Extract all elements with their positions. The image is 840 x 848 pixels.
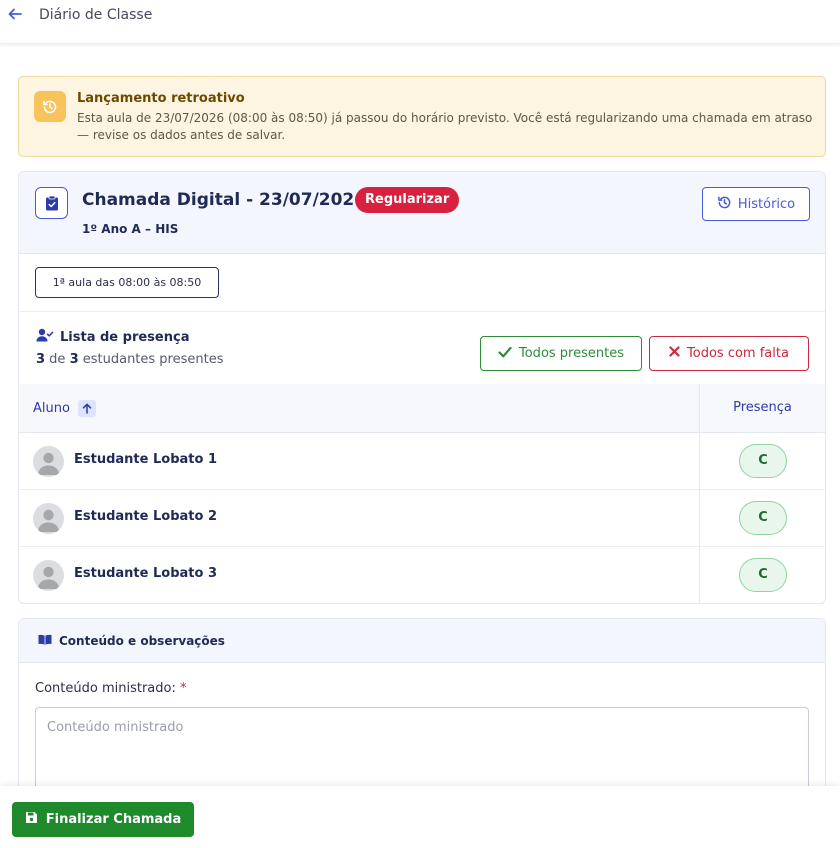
student-column-label: Aluno (33, 401, 70, 416)
content-card-header: Conteúdo e observações (19, 619, 825, 663)
present-count: 3 de 3 estudantes presentes (36, 352, 224, 367)
student-name: Estudante Lobato 2 (74, 509, 217, 524)
aula-chip[interactable]: 1ª aula das 08:00 às 08:50 (35, 267, 219, 298)
retroactive-alert: Lançamento retroativo Esta aula de 23/07… (18, 76, 826, 157)
student-name: Estudante Lobato 3 (74, 566, 217, 581)
presence-toggle[interactable]: C (739, 501, 787, 535)
finish-attendance-button[interactable]: Finalizar Chamada (12, 802, 194, 837)
top-bar: Diário de Classe (0, 0, 840, 44)
chamada-title: Chamada Digital - 23/07/2026 (82, 190, 367, 210)
history-button[interactable]: Histórico (702, 187, 810, 221)
finish-attendance-label: Finalizar Chamada (45, 812, 182, 827)
total-count-value: 3 (69, 352, 79, 367)
all-present-label: Todos presentes (519, 346, 624, 361)
all-present-button[interactable]: Todos presentes (480, 336, 642, 371)
all-absent-label: Todos com falta (687, 346, 789, 361)
table-row: Estudante Lobato 1 C (19, 433, 825, 490)
class-label: 1º Ano A – HIS (82, 222, 179, 236)
student-column-header[interactable]: Aluno (33, 400, 96, 417)
presence-toggle[interactable]: C (739, 558, 787, 592)
content-field-label-text: Conteúdo ministrado: (35, 681, 176, 696)
table-row: Estudante Lobato 2 C (19, 490, 825, 547)
presence-cell: C (699, 547, 825, 603)
alert-text: Esta aula de 23/07/2026 (08:00 às 08:50)… (77, 111, 813, 142)
check-icon (498, 346, 512, 362)
save-icon (25, 811, 38, 828)
table-header: Aluno Presença (19, 384, 825, 433)
history-clock-icon (34, 91, 66, 122)
presence-cell: C (699, 433, 825, 490)
back-arrow-icon[interactable] (8, 7, 24, 25)
presence-toggle[interactable]: C (739, 444, 787, 478)
book-open-icon (38, 634, 52, 648)
clipboard-check-icon (35, 187, 68, 219)
content-field-label: Conteúdo ministrado: * (35, 681, 186, 696)
all-absent-button[interactable]: Todos com falta (649, 336, 809, 371)
chamada-card-header: Chamada Digital - 23/07/2026 Regularizar… (19, 172, 825, 254)
attendance-list-title: Lista de presença (60, 329, 190, 345)
sort-ascending-icon[interactable] (77, 400, 96, 417)
present-count-connector: de (45, 352, 70, 367)
present-count-value: 3 (36, 352, 46, 367)
regularizar-badge: Regularizar (355, 187, 460, 213)
bottom-action-bar: Finalizar Chamada (0, 786, 840, 848)
presence-cell: C (699, 490, 825, 547)
avatar (33, 503, 64, 534)
presence-column-header: Presença (699, 384, 825, 432)
chamada-card: Chamada Digital - 23/07/2026 Regularizar… (18, 171, 826, 604)
history-button-label: Histórico (737, 196, 796, 212)
table-row: Estudante Lobato 3 C (19, 547, 825, 603)
attendance-list-heading: Lista de presença (36, 328, 189, 346)
present-count-suffix: estudantes presentes (78, 352, 224, 367)
avatar (33, 446, 64, 477)
history-icon (717, 195, 732, 214)
alert-title: Lançamento retroativo (77, 91, 245, 106)
x-icon (669, 346, 680, 361)
divider (19, 311, 825, 312)
page-title: Diário de Classe (39, 7, 153, 23)
student-name: Estudante Lobato 1 (74, 452, 217, 467)
required-mark: * (179, 681, 187, 696)
avatar (33, 560, 64, 591)
content-card-heading: Conteúdo e observações (38, 634, 225, 648)
content-card-title: Conteúdo e observações (59, 634, 225, 648)
user-check-icon (36, 328, 54, 346)
